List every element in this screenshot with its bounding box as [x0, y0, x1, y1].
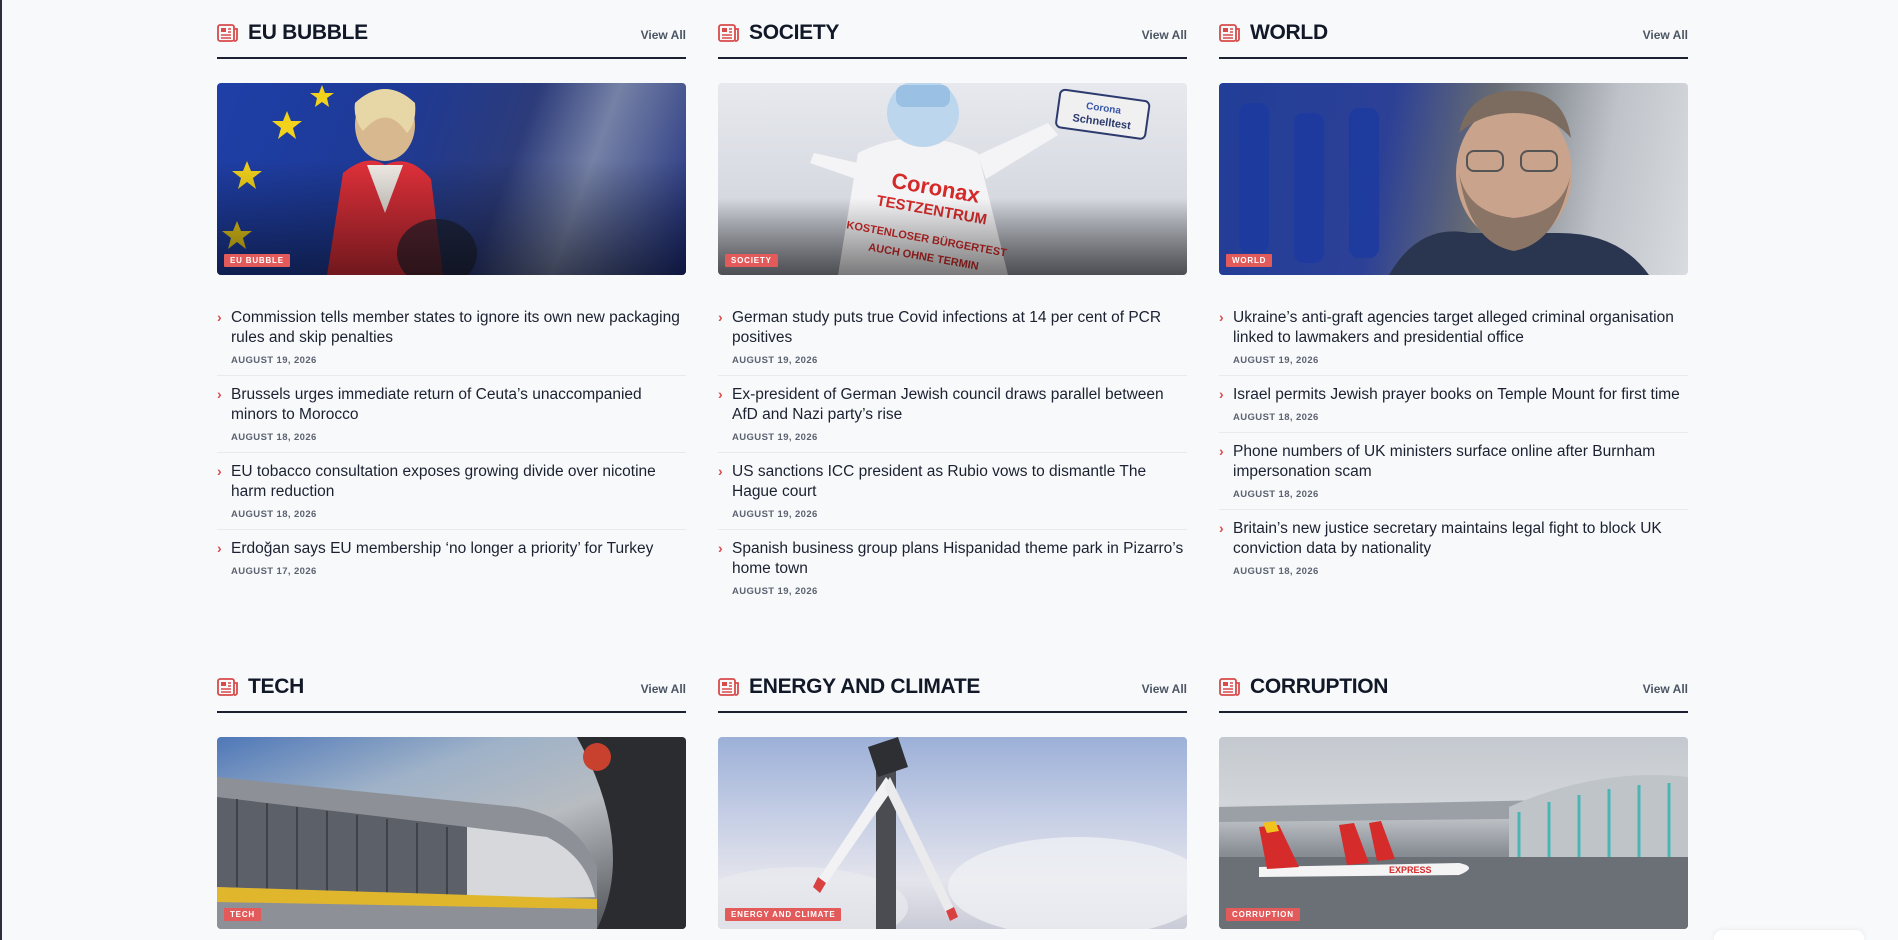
hero-image[interactable]: WORLD — [1219, 83, 1688, 275]
category-tag: SOCIETY — [725, 254, 778, 267]
article-item[interactable]: › Israel permits Jewish prayer books on … — [1219, 385, 1688, 433]
article-headline[interactable]: Ex-president of German Jewish council dr… — [732, 385, 1187, 425]
chevron-right-icon: › — [1219, 309, 1224, 325]
chevron-right-icon: › — [1219, 443, 1224, 459]
article-date: AUGUST 19, 2026 — [231, 355, 317, 366]
article-date: AUGUST 18, 2026 — [1233, 566, 1319, 577]
window-edge — [0, 0, 2, 940]
article-headline[interactable]: Britain’s new justice secretary maintain… — [1233, 519, 1688, 559]
chevron-right-icon: › — [217, 309, 222, 325]
section-energy-and-climate: ENERGY AND CLIMATE View All ENERGY AND C… — [718, 654, 1187, 940]
section-tech: TECH View All TECH — [217, 654, 686, 940]
view-all-link[interactable]: View All — [1142, 28, 1187, 42]
section-header: CORRUPTION View All — [1219, 654, 1688, 713]
chevron-right-icon: › — [718, 386, 723, 402]
article-item[interactable]: › Spanish business group plans Hispanida… — [718, 539, 1187, 606]
section-title: EU BUBBLE — [248, 21, 368, 44]
category-tag: WORLD — [1226, 254, 1273, 267]
category-tag: EU BUBBLE — [224, 254, 290, 267]
article-headline[interactable]: Erdoğan says EU membership ‘no longer a … — [231, 539, 686, 559]
chevron-right-icon: › — [1219, 520, 1224, 536]
article-item[interactable]: › Erdoğan says EU membership ‘no longer … — [217, 539, 686, 586]
section-header: ENERGY AND CLIMATE View All — [718, 654, 1187, 713]
hero-image[interactable]: Corona Schnelltest Coronax TESTZENTRUM K… — [718, 83, 1187, 275]
article-headline[interactable]: German study puts true Covid infections … — [732, 308, 1187, 348]
article-item[interactable]: › Phone numbers of UK ministers surface … — [1219, 442, 1688, 510]
section-eu-bubble: EU BUBBLE View All EU BUBBLE › Commissio… — [217, 0, 686, 654]
view-all-link[interactable]: View All — [641, 28, 686, 42]
article-list: › Ukraine’s anti-graft agencies target a… — [1219, 308, 1688, 586]
chevron-right-icon: › — [1219, 386, 1224, 402]
section-title: CORRUPTION — [1250, 675, 1389, 698]
view-all-link[interactable]: View All — [1142, 682, 1187, 696]
article-date: AUGUST 19, 2026 — [732, 432, 818, 443]
section-title: ENERGY AND CLIMATE — [749, 675, 981, 698]
hero-image[interactable]: EXPRESS CORRUPTION — [1219, 737, 1688, 929]
article-item[interactable]: › Britain’s new justice secretary mainta… — [1219, 519, 1688, 586]
article-date: AUGUST 19, 2026 — [1233, 355, 1319, 366]
newspaper-icon — [1219, 24, 1240, 42]
section-society: SOCIETY View All Corona Schnelltest Coro… — [718, 0, 1187, 654]
newspaper-icon — [217, 678, 238, 696]
chevron-right-icon: › — [217, 463, 222, 479]
section-corruption: CORRUPTION View All EXPRESS CORRUPTION — [1219, 654, 1688, 940]
svg-text:EXPRESS: EXPRESS — [1389, 865, 1432, 875]
article-date: AUGUST 19, 2026 — [732, 509, 818, 520]
article-date: AUGUST 18, 2026 — [1233, 489, 1319, 500]
view-all-link[interactable]: View All — [1643, 28, 1688, 42]
newspaper-icon — [1219, 678, 1240, 696]
hero-image[interactable]: TECH — [217, 737, 686, 929]
newspaper-icon — [217, 24, 238, 42]
newspaper-icon — [718, 24, 739, 42]
section-world: WORLD View All WORLD › Ukraine’s anti-gr… — [1219, 0, 1688, 654]
hero-image[interactable]: ENERGY AND CLIMATE — [718, 737, 1187, 929]
section-title: SOCIETY — [749, 21, 840, 44]
section-title: TECH — [248, 675, 304, 698]
article-date: AUGUST 18, 2026 — [1233, 412, 1319, 423]
section-header: SOCIETY View All — [718, 0, 1187, 59]
chevron-right-icon: › — [718, 540, 723, 556]
article-headline[interactable]: Spanish business group plans Hispanidad … — [732, 539, 1187, 579]
chevron-right-icon: › — [217, 386, 222, 402]
article-item[interactable]: › Ukraine’s anti-graft agencies target a… — [1219, 308, 1688, 376]
category-tag: CORRUPTION — [1226, 908, 1300, 921]
article-headline[interactable]: Commission tells member states to ignore… — [231, 308, 686, 348]
article-headline[interactable]: US sanctions ICC president as Rubio vows… — [732, 462, 1187, 502]
article-item[interactable]: › EU tobacco consultation exposes growin… — [217, 462, 686, 530]
article-date: AUGUST 17, 2026 — [231, 566, 317, 577]
article-headline[interactable]: Brussels urges immediate return of Ceuta… — [231, 385, 686, 425]
section-header: WORLD View All — [1219, 0, 1688, 59]
article-item[interactable]: › US sanctions ICC president as Rubio vo… — [718, 462, 1187, 530]
category-grid: EU BUBBLE View All EU BUBBLE › Commissio… — [217, 0, 1689, 940]
category-tag: TECH — [224, 908, 261, 921]
article-headline[interactable]: Ukraine’s anti-graft agencies target all… — [1233, 308, 1688, 348]
article-list: › Commission tells member states to igno… — [217, 308, 686, 586]
hero-image[interactable]: EU BUBBLE — [217, 83, 686, 275]
article-date: AUGUST 19, 2026 — [732, 586, 818, 597]
chevron-right-icon: › — [718, 309, 723, 325]
category-tag: ENERGY AND CLIMATE — [725, 908, 842, 921]
section-title: WORLD — [1250, 21, 1328, 44]
section-header: EU BUBBLE View All — [217, 0, 686, 59]
article-item[interactable]: › Ex-president of German Jewish council … — [718, 385, 1187, 453]
section-header: TECH View All — [217, 654, 686, 713]
chevron-right-icon: › — [718, 463, 723, 479]
article-date: AUGUST 18, 2026 — [231, 509, 317, 520]
chevron-right-icon: › — [217, 540, 222, 556]
newspaper-icon — [718, 678, 739, 696]
view-all-link[interactable]: View All — [641, 682, 686, 696]
article-item[interactable]: › Commission tells member states to igno… — [217, 308, 686, 376]
article-list: › German study puts true Covid infection… — [718, 308, 1187, 606]
article-item[interactable]: › German study puts true Covid infection… — [718, 308, 1187, 376]
view-all-link[interactable]: View All — [1643, 682, 1688, 696]
article-date: AUGUST 19, 2026 — [732, 355, 818, 366]
article-headline[interactable]: Phone numbers of UK ministers surface on… — [1233, 442, 1688, 482]
floating-widget[interactable] — [1714, 930, 1864, 940]
article-headline[interactable]: Israel permits Jewish prayer books on Te… — [1233, 385, 1688, 405]
article-date: AUGUST 18, 2026 — [231, 432, 317, 443]
article-headline[interactable]: EU tobacco consultation exposes growing … — [231, 462, 686, 502]
article-item[interactable]: › Brussels urges immediate return of Ceu… — [217, 385, 686, 453]
